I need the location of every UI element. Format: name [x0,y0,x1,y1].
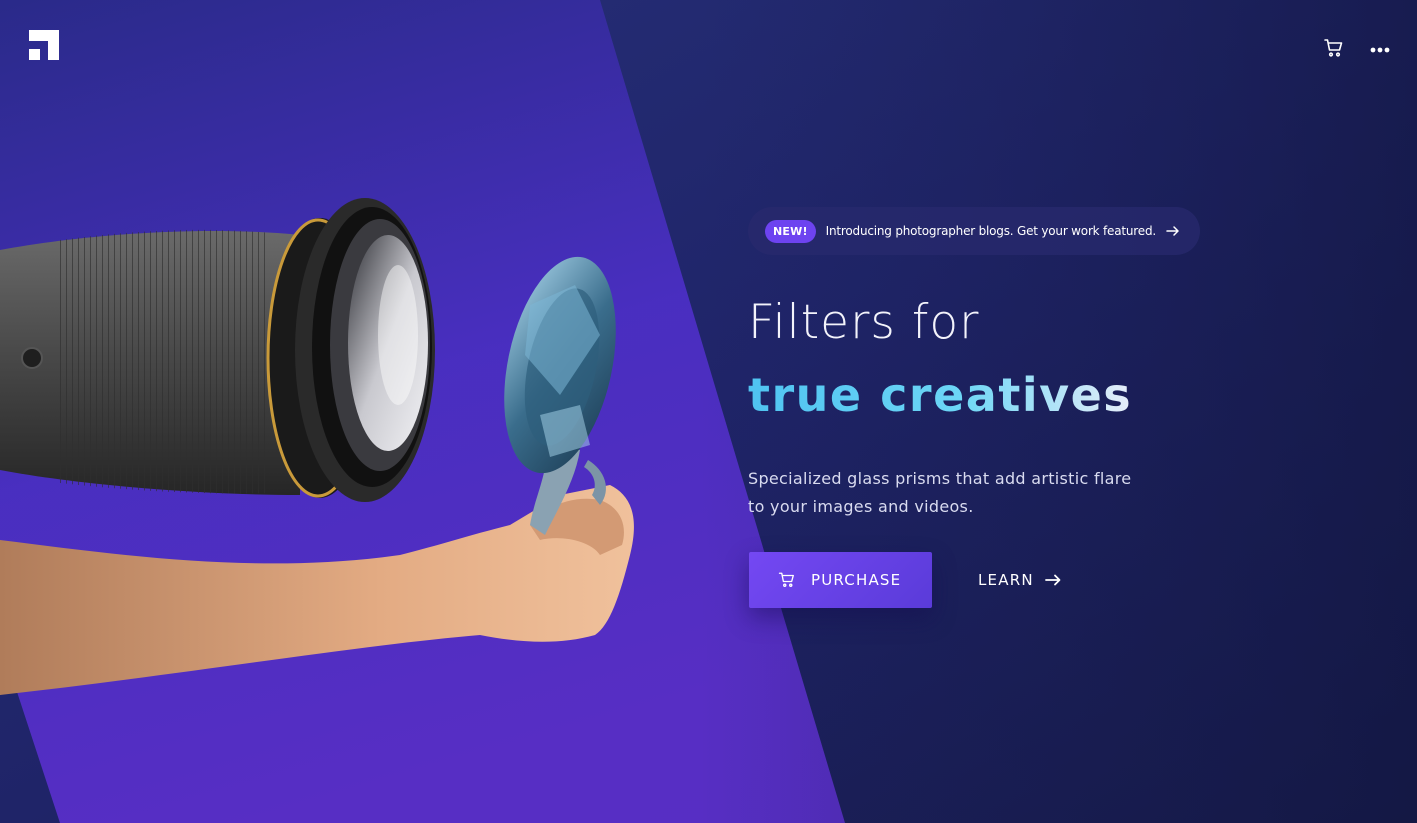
shopping-cart-icon [778,572,794,587]
hero-subtitle: Specialized glass prisms that add artist… [748,465,1168,521]
announcement-text: Introducing photographer blogs. Get your… [825,224,1157,238]
announcement-pill[interactable]: NEW! Introducing photographer blogs. Get… [748,207,1200,255]
hero-title-line2: true creatives [748,362,1132,428]
learn-label: LEARN [978,571,1034,589]
hero-subtitle-line2: to your images and videos. [748,497,974,516]
arrow-right-icon [1166,226,1179,236]
learn-button[interactable]: LEARN [978,566,1062,594]
hero-subtitle-line1: Specialized glass prisms that add artist… [748,469,1132,488]
brand-logo-icon[interactable] [29,30,59,60]
more-horizontal-icon[interactable] [1368,38,1394,62]
new-badge: NEW! [765,219,816,243]
purchase-label: PURCHASE [811,571,902,589]
hero-image [0,195,650,695]
hero-title-line1: Filters for [748,295,980,350]
shopping-cart-icon[interactable] [1322,36,1346,60]
purchase-button[interactable]: PURCHASE [749,552,932,608]
arrow-right-icon [1044,574,1061,586]
